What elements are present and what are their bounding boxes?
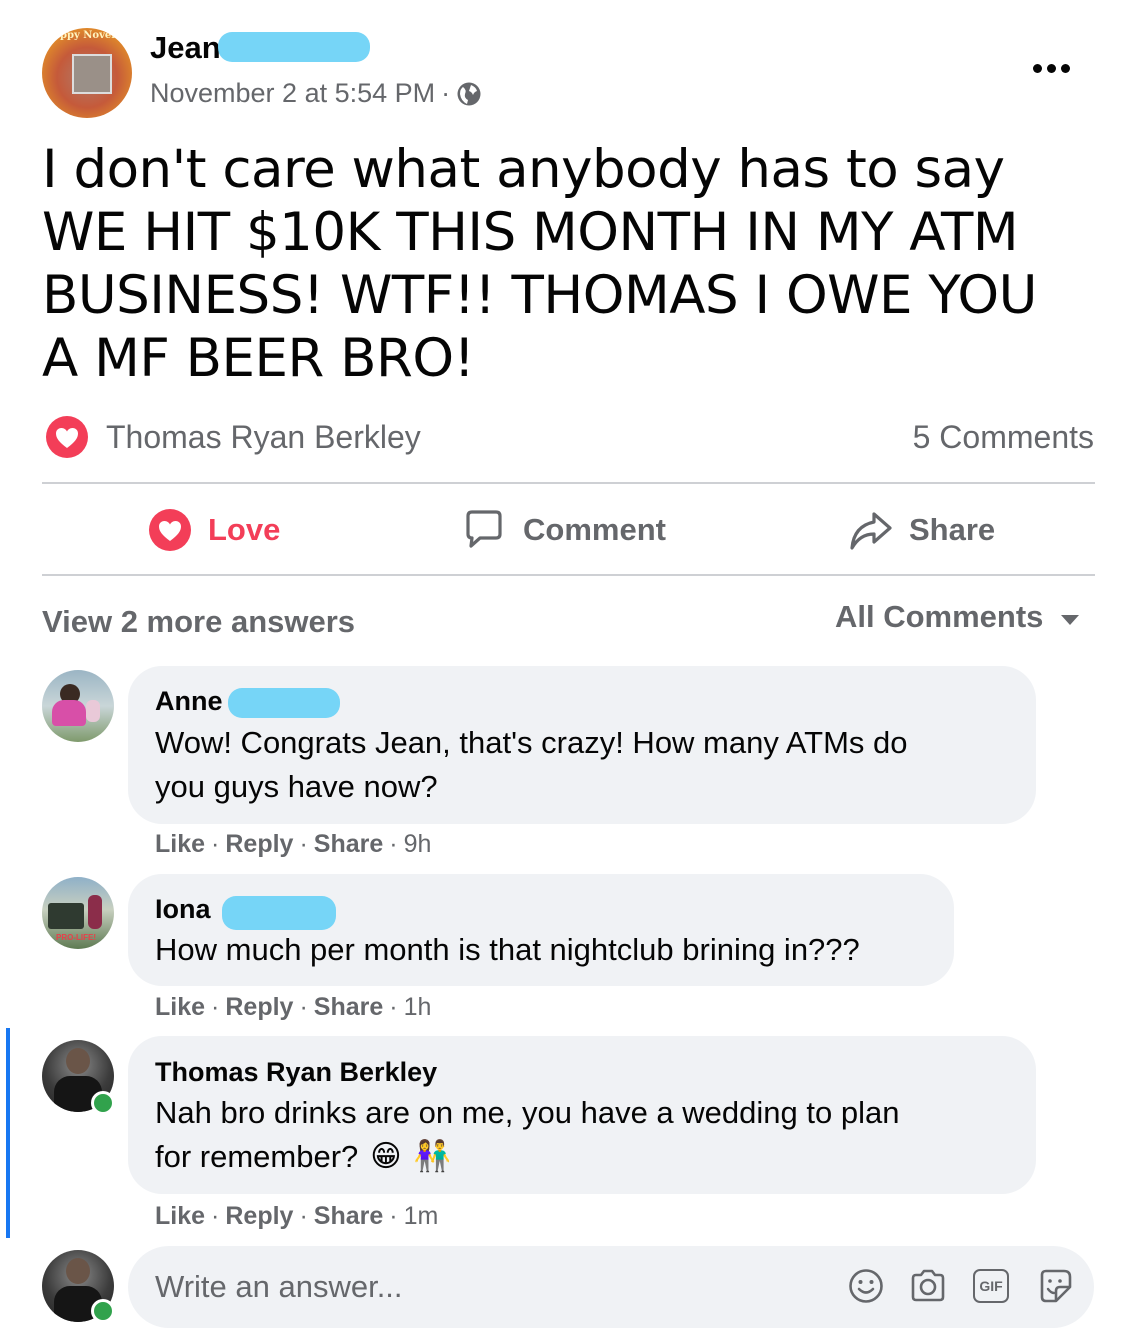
more-dot-icon [1047, 63, 1056, 73]
timestamp-separator: · [441, 78, 451, 108]
comments-count[interactable]: 5 Comments [913, 419, 1094, 456]
smiley-icon[interactable] [848, 1268, 884, 1304]
share-button[interactable]: Share [848, 508, 1008, 554]
comment-text-line-2: for remember? 😁 👫 [155, 1135, 1015, 1179]
comment-text: How much per month is that nightclub bri… [155, 928, 945, 972]
comment-text-line: for remember? [155, 1139, 359, 1174]
comment-time[interactable]: 9h [404, 830, 432, 858]
comment-time[interactable]: 1m [404, 1202, 439, 1230]
comment-actions: Like · Reply · Share · 1m [155, 1202, 439, 1230]
online-status-dot [91, 1299, 115, 1323]
comment-text-line: Nah bro drinks are on me, you have a wed… [155, 1095, 900, 1130]
redaction-comment-author [222, 896, 336, 930]
share-link[interactable]: Share [314, 1202, 383, 1230]
share-link[interactable]: Share [314, 993, 383, 1021]
online-status-dot [91, 1091, 115, 1115]
post-timestamp-row: November 2 at 5:54 PM · [150, 78, 482, 109]
reply-link[interactable]: Reply [225, 993, 293, 1021]
grinning-emoji-icon: 😁 [370, 1140, 402, 1173]
reaction-names[interactable]: Thomas Ryan Berkley [106, 419, 421, 456]
view-more-answers[interactable]: View 2 more answers [42, 604, 355, 640]
sticker-icon[interactable] [1036, 1267, 1074, 1305]
more-dot-icon [1033, 63, 1042, 73]
thread-highlight-line [6, 1028, 10, 1238]
camera-icon[interactable] [909, 1268, 947, 1304]
comment-button[interactable]: Comment [462, 508, 682, 554]
comment-input-placeholder: Write an answer... [155, 1269, 403, 1304]
avatar-banner-text: ppy Novem [60, 30, 122, 41]
comment-text: Wow! Congrats Jean, that's crazy! How ma… [155, 721, 1015, 809]
gif-icon-label: GIF [979, 1278, 1003, 1294]
love-reaction-icon[interactable] [45, 415, 89, 459]
like-link[interactable]: Like [155, 830, 205, 858]
comment-actions: Like · Reply · Share · 1h [155, 993, 432, 1021]
comment-author[interactable]: Anne [155, 686, 223, 717]
comment-icon [466, 510, 502, 548]
avatar[interactable] [42, 670, 114, 742]
love-button[interactable]: Love [148, 508, 288, 554]
couple-emoji-icon: 👫 [413, 1140, 451, 1173]
gif-icon[interactable]: GIF [973, 1269, 1009, 1303]
like-link[interactable]: Like [155, 1202, 205, 1230]
avatar-vehicle [48, 903, 84, 929]
post-timestamp[interactable]: November 2 at 5:54 PM [150, 78, 435, 109]
comment-author[interactable]: Thomas Ryan Berkley [155, 1057, 437, 1088]
redaction-comment-author [228, 688, 340, 718]
avatar-figure-body [52, 700, 86, 726]
share-label: Share [909, 512, 996, 547]
avatar-sign-text: PRO-LIFE! [56, 933, 96, 942]
comment-text-line: Wow! Congrats Jean, that's crazy! How ma… [155, 725, 908, 760]
comment-label: Comment [523, 512, 666, 547]
divider-bottom [42, 574, 1095, 576]
comment-author[interactable]: Iona [155, 894, 211, 925]
avatar-figure [88, 895, 102, 929]
reply-link[interactable]: Reply [225, 1202, 293, 1230]
post-author-avatar[interactable]: ppy Novem [42, 28, 132, 118]
reply-link[interactable]: Reply [225, 830, 293, 858]
avatar[interactable]: PRO-LIFE! [42, 877, 114, 949]
love-label: Love [208, 512, 281, 547]
love-icon [149, 509, 191, 551]
post-options-button[interactable] [1033, 58, 1075, 78]
comments-filter-label: All Comments [835, 599, 1044, 634]
globe-icon [457, 82, 481, 105]
comment-text: Nah bro drinks are on me, you have a wed… [155, 1091, 1015, 1179]
comment-time[interactable]: 1h [404, 993, 432, 1021]
avatar-head [66, 1258, 90, 1284]
like-link[interactable]: Like [155, 993, 205, 1021]
post-body: I don't care what anybody has to say WE … [42, 139, 1037, 389]
share-icon [850, 512, 892, 550]
avatar-figure-child [86, 700, 100, 722]
divider-top [42, 482, 1095, 484]
avatar-head [66, 1048, 90, 1074]
avatar-photo [72, 54, 112, 94]
share-link[interactable]: Share [314, 830, 383, 858]
comments-filter[interactable]: All Comments [835, 599, 1081, 635]
chevron-down-icon [1061, 615, 1080, 625]
more-dot-icon [1061, 63, 1070, 73]
comment-actions: Like · Reply · Share · 9h [155, 830, 432, 858]
comment-text-line: How much per month is that nightclub bri… [155, 932, 860, 967]
comment-text-line: you guys have now? [155, 769, 438, 804]
redaction-author [218, 32, 370, 62]
post-author-name[interactable]: Jean [150, 30, 221, 66]
